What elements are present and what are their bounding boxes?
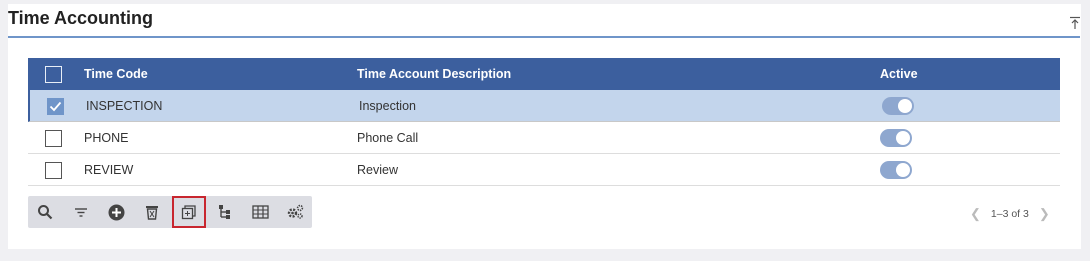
tree-view-button[interactable] [208,196,242,228]
add-icon [108,204,124,220]
checkmark-icon [49,101,62,112]
filter-icon [75,208,87,217]
pagination: ❮ 1–3 of 3 ❯ [970,206,1050,222]
add-button[interactable] [99,196,133,228]
tree-icon [219,205,230,219]
grid-header-row: Time Code Time Account Description Activ… [28,58,1060,90]
copy-icon [181,205,196,220]
settings-icon [287,204,304,219]
column-header-time-code[interactable]: Time Code [84,67,148,81]
cell-time-code: PHONE [84,130,129,145]
cell-description: Phone Call [357,130,419,145]
row-checkbox[interactable] [45,162,62,179]
table-row[interactable]: REVIEW Review [28,154,1060,186]
delete-button[interactable] [135,196,169,228]
copy-button[interactable] [172,196,206,228]
select-all-checkbox[interactable] [45,66,62,83]
cell-description: Review [357,162,398,177]
search-icon [38,205,53,220]
active-toggle[interactable] [880,161,912,179]
delete-icon [146,206,158,220]
column-header-active[interactable]: Active [880,67,918,81]
prev-page-icon[interactable]: ❮ [970,206,981,222]
columns-icon [251,205,269,219]
columns-button[interactable] [243,196,277,228]
filter-button[interactable] [64,196,98,228]
panel-title: Time Accounting [8,8,154,28]
column-header-description[interactable]: Time Account Description [357,67,511,81]
time-accounting-panel: Time Accounting Time Code Time Account D… [8,4,1081,249]
title-divider [8,36,1080,38]
page-range: 1–3 of 3 [990,208,1029,220]
settings-button[interactable] [278,196,312,228]
row-checkbox[interactable] [47,98,64,115]
row-checkbox[interactable] [45,130,62,147]
next-page-icon[interactable]: ❯ [1039,206,1050,222]
grid-toolbar [28,196,312,228]
search-button[interactable] [28,196,62,228]
table-row[interactable]: INSPECTION Inspection [28,90,1060,122]
cell-time-code: REVIEW [84,162,134,177]
cell-description: Inspection [359,98,416,113]
active-toggle[interactable] [880,129,912,147]
collapse-to-top-icon[interactable] [1069,16,1081,30]
active-toggle[interactable] [882,97,914,115]
cell-time-code: INSPECTION [86,98,163,113]
table-row[interactable]: PHONE Phone Call [28,122,1060,154]
